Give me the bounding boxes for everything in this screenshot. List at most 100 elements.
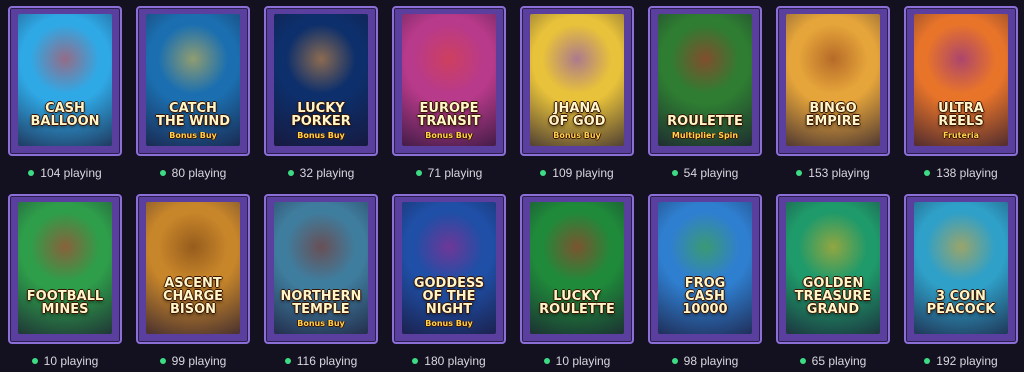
- game-thumbnail: Bingo Empire: [786, 14, 880, 146]
- game-card: Lucky Porker Bonus Buy 32 playing: [264, 6, 378, 180]
- game-card: 3 Coin Peacock 192 playing: [904, 194, 1018, 368]
- game-tile[interactable]: Football Mines: [8, 194, 122, 344]
- pig-icon: [286, 23, 356, 94]
- game-card: Jhana of God Bonus Buy 109 playing: [520, 6, 634, 180]
- players-count: 180 playing: [392, 354, 506, 368]
- players-count-label: 10 playing: [43, 354, 99, 368]
- game-title: Goddess of the Night: [413, 276, 485, 317]
- online-dot-icon: [415, 170, 422, 176]
- online-dot-icon: [284, 358, 291, 364]
- players-count: 10 playing: [8, 354, 122, 368]
- game-tile[interactable]: Catch the Wind Bonus Buy: [136, 6, 250, 156]
- players-count-label: 32 playing: [299, 166, 355, 180]
- game-title: Cash Balloon: [30, 101, 100, 129]
- game-card: Bingo Empire 153 playing: [776, 6, 890, 180]
- online-dot-icon: [540, 170, 547, 176]
- players-count-label: 180 playing: [424, 354, 486, 368]
- online-dot-icon: [924, 358, 931, 364]
- online-dot-icon: [799, 358, 806, 364]
- game-title: Lucky Porker: [291, 101, 351, 129]
- game-thumbnail: Ultra Reels Fruteria: [914, 14, 1008, 146]
- players-count-label: 99 playing: [171, 354, 227, 368]
- players-count: 138 playing: [904, 166, 1018, 180]
- players-count: 71 playing: [392, 166, 506, 180]
- online-dot-icon: [543, 358, 550, 364]
- players-count: 98 playing: [648, 354, 762, 368]
- players-count-label: 153 playing: [808, 166, 870, 180]
- game-tile[interactable]: Ascent Charge Bison: [136, 194, 250, 344]
- game-tile[interactable]: Ultra Reels Fruteria: [904, 6, 1018, 156]
- game-thumbnail: Football Mines: [18, 202, 112, 334]
- players-count: 54 playing: [648, 166, 762, 180]
- game-card: Lucky Roulette 10 playing: [520, 194, 634, 368]
- game-tile[interactable]: Lucky Roulette: [520, 194, 634, 344]
- players-count-label: 65 playing: [811, 354, 867, 368]
- pirate-icon: [158, 23, 228, 94]
- online-dot-icon: [287, 170, 294, 176]
- peacock-icon: [926, 211, 996, 282]
- game-tile[interactable]: Jhana of God Bonus Buy: [520, 6, 634, 156]
- game-tile[interactable]: Goddess of the Night Bonus Buy: [392, 194, 506, 344]
- game-subtitle: Bonus Buy: [297, 131, 345, 140]
- game-thumbnail: Ascent Charge Bison: [146, 202, 240, 334]
- games-grid: Cash Balloon 104 playing Catch the Wind Bon…: [0, 0, 1024, 372]
- players-count-label: 104 playing: [40, 166, 102, 180]
- game-tile[interactable]: 3 Coin Peacock: [904, 194, 1018, 344]
- players-count-label: 54 playing: [683, 166, 739, 180]
- game-subtitle: Fruteria: [943, 131, 979, 140]
- online-dot-icon: [159, 170, 166, 176]
- game-tile[interactable]: Golden Treasure Grand: [776, 194, 890, 344]
- game-subtitle: Bonus Buy: [425, 319, 473, 328]
- players-count-label: 192 playing: [936, 354, 998, 368]
- game-tile[interactable]: Cash Balloon: [8, 6, 122, 156]
- players-count-label: 98 playing: [683, 354, 739, 368]
- game-card: Goddess of the Night Bonus Buy 180 playing: [392, 194, 506, 368]
- players-count: 116 playing: [264, 354, 378, 368]
- game-title: Golden Treasure Grand: [794, 276, 872, 317]
- game-tile[interactable]: Frog Cash 10000: [648, 194, 762, 344]
- game-card: Northern Temple Bonus Buy 116 playing: [264, 194, 378, 368]
- game-title: Northern Temple: [280, 289, 362, 317]
- buddha-icon: [542, 23, 612, 94]
- game-thumbnail: 3 Coin Peacock: [914, 202, 1008, 334]
- game-title: Catch the Wind: [155, 101, 230, 129]
- players-count: 32 playing: [264, 166, 378, 180]
- game-tile[interactable]: Bingo Empire: [776, 6, 890, 156]
- online-dot-icon: [796, 170, 803, 176]
- game-card: Europe Transit Bonus Buy 71 playing: [392, 6, 506, 180]
- game-tile[interactable]: Northern Temple Bonus Buy: [264, 194, 378, 344]
- players-count-label: 109 playing: [552, 166, 614, 180]
- players-count: 80 playing: [136, 166, 250, 180]
- game-card: Football Mines 10 playing: [8, 194, 122, 368]
- game-thumbnail: Lucky Roulette: [530, 202, 624, 334]
- game-subtitle: Bonus Buy: [425, 131, 473, 140]
- online-dot-icon: [412, 358, 419, 364]
- game-card: Catch the Wind Bonus Buy 80 playing: [136, 6, 250, 180]
- game-thumbnail: Cash Balloon: [18, 14, 112, 146]
- football-player-icon: [30, 211, 100, 282]
- players-count-label: 138 playing: [936, 166, 998, 180]
- game-tile[interactable]: Roulette Multiplier Spin: [648, 6, 762, 156]
- game-tile[interactable]: Europe Transit Bonus Buy: [392, 6, 506, 156]
- players-count-label: 71 playing: [427, 166, 483, 180]
- game-thumbnail: Goddess of the Night Bonus Buy: [402, 202, 496, 334]
- online-dot-icon: [671, 170, 678, 176]
- players-count: 65 playing: [776, 354, 890, 368]
- game-title: Europe Transit: [417, 101, 481, 129]
- players-count: 153 playing: [776, 166, 890, 180]
- game-subtitle: Multiplier Spin: [671, 131, 739, 140]
- game-subtitle: Bonus Buy: [553, 131, 601, 140]
- pyramid-icon: [798, 23, 868, 94]
- game-card: Roulette Multiplier Spin 54 playing: [648, 6, 762, 180]
- game-title: Football Mines: [26, 289, 104, 317]
- players-count: 192 playing: [904, 354, 1018, 368]
- game-title: Ultra Reels: [938, 101, 984, 129]
- game-tile[interactable]: Lucky Porker Bonus Buy: [264, 6, 378, 156]
- game-card: Ultra Reels Fruteria 138 playing: [904, 6, 1018, 180]
- game-title: Ascent Charge Bison: [162, 276, 224, 317]
- bison-icon: [158, 211, 228, 282]
- roulette-wheel-icon: [542, 211, 612, 282]
- game-thumbnail: Europe Transit Bonus Buy: [402, 14, 496, 146]
- goddess-icon: [414, 211, 484, 282]
- traveler-icon: [414, 23, 484, 94]
